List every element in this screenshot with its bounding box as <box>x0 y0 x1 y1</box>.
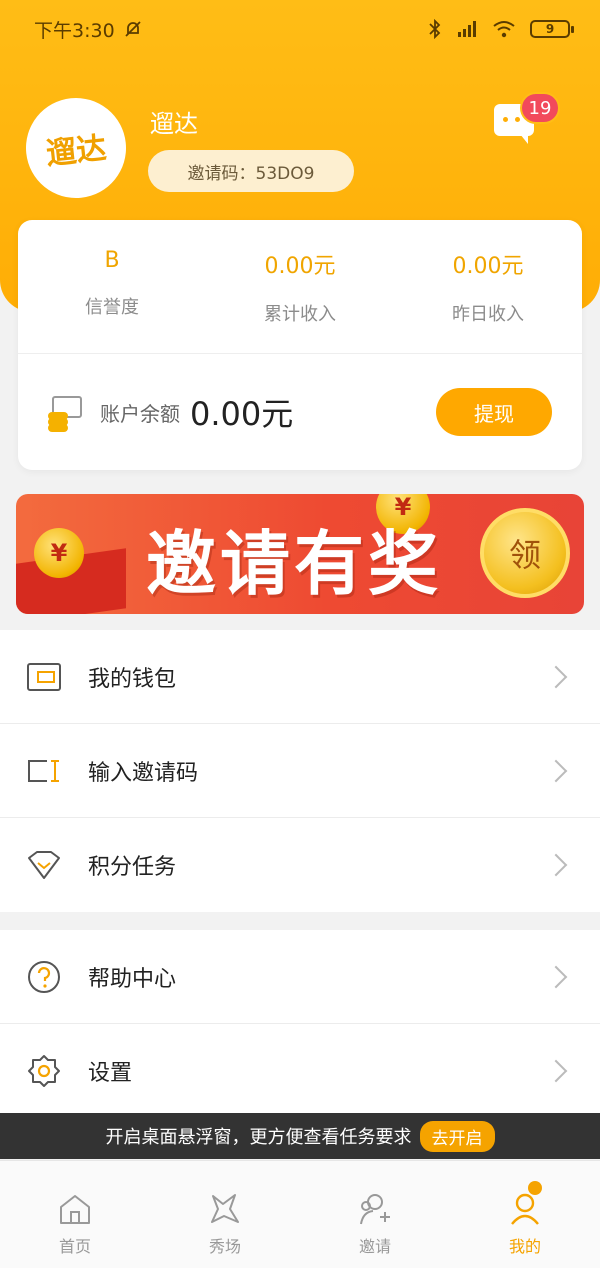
bottom-tab-bar: 首页 秀场 邀请 我的 <box>0 1160 600 1268</box>
menu-item-wallet[interactable]: 我的钱包 <box>0 630 600 724</box>
bluetooth-icon <box>429 19 441 39</box>
stat-label: 累计收入 <box>264 304 336 325</box>
showcase-icon <box>207 1191 243 1227</box>
tab-home[interactable]: 首页 <box>0 1161 150 1268</box>
invite-code-icon <box>26 753 62 789</box>
floating-window-notice: 开启桌面悬浮窗，更方便查看任务要求 去开启 <box>0 1113 600 1159</box>
menu-item-points-tasks[interactable]: 积分任务 <box>0 818 600 912</box>
settings-icon <box>26 1053 62 1089</box>
stat-credit: B 信誉度 <box>18 220 206 353</box>
chevron-right-icon <box>544 665 568 688</box>
stat-value: 0.00元 <box>264 254 336 279</box>
menu-item-enter-invite-code[interactable]: 输入邀请码 <box>0 724 600 818</box>
wallet-icon <box>26 659 62 695</box>
menu-item-label: 积分任务 <box>88 855 177 880</box>
stat-label: 信誉度 <box>85 297 139 318</box>
profile-icon <box>507 1191 543 1227</box>
coin-graphic: ¥ <box>34 528 84 578</box>
notice-text: 开启桌面悬浮窗，更方便查看任务要求 <box>105 1127 412 1148</box>
menu-item-help-center[interactable]: 帮助中心 <box>0 930 600 1024</box>
enable-floating-button[interactable]: 去开启 <box>419 1120 495 1152</box>
menu-item-label: 设置 <box>88 1061 133 1086</box>
invite-code-pill[interactable]: 邀请码：53DO9 <box>148 150 354 192</box>
home-icon <box>57 1191 93 1227</box>
chevron-right-icon <box>544 853 568 877</box>
mute-icon <box>125 21 141 37</box>
coins-icon <box>48 394 84 432</box>
status-time: 下午3:30 <box>34 19 115 42</box>
notification-dot <box>528 1181 542 1195</box>
signal-icon <box>458 21 476 37</box>
stat-yesterday-income: 0.00元 昨日收入 <box>394 220 582 353</box>
help-icon <box>26 959 62 995</box>
points-task-icon <box>26 847 62 883</box>
menu-item-label: 输入邀请码 <box>88 760 199 786</box>
tab-label: 我的 <box>508 1237 541 1256</box>
battery-indicator: 9 <box>530 20 574 38</box>
withdraw-button[interactable]: 提现 <box>436 388 552 436</box>
username: 遛达 <box>150 110 198 138</box>
message-badge: 19 <box>520 92 560 124</box>
menu-group-primary: 我的钱包 输入邀请码 积分任务 <box>0 630 600 912</box>
chevron-right-icon <box>544 1059 568 1083</box>
stat-value: 0.00元 <box>452 254 524 279</box>
menu-item-label: 帮助中心 <box>88 966 177 992</box>
menu-item-settings[interactable]: 设置 <box>0 1024 600 1118</box>
stat-total-income: 0.00元 累计收入 <box>206 220 394 353</box>
tab-label: 秀场 <box>208 1237 241 1256</box>
stat-value: B <box>104 248 120 273</box>
tab-showcase[interactable]: 秀场 <box>150 1161 300 1268</box>
invite-reward-banner[interactable]: ¥ ¥ 邀请有奖 领 <box>16 494 584 614</box>
balance-label: 账户余额 <box>100 401 180 426</box>
stat-label: 昨日收入 <box>452 304 524 325</box>
stats-row: B 信誉度 0.00元 累计收入 0.00元 昨日收入 <box>18 220 582 354</box>
banner-title: 邀请有奖 <box>146 523 442 605</box>
balance-row: 账户余额 0.00元 提现 <box>18 354 582 470</box>
claim-coin-button[interactable]: 领 <box>480 508 570 598</box>
account-card: B 信誉度 0.00元 累计收入 0.00元 昨日收入 账户余额 0.00元 提… <box>18 220 582 470</box>
tab-label: 首页 <box>58 1237 91 1256</box>
balance-amount: 0.00元 <box>190 395 294 433</box>
invite-icon <box>357 1191 393 1227</box>
tab-invite[interactable]: 邀请 <box>300 1161 450 1268</box>
menu-item-label: 我的钱包 <box>88 666 177 692</box>
wifi-icon <box>493 21 515 38</box>
chevron-right-icon <box>544 965 568 988</box>
tab-profile[interactable]: 我的 <box>450 1161 600 1268</box>
tab-label: 邀请 <box>358 1237 391 1256</box>
chevron-right-icon <box>544 759 568 782</box>
status-bar: 下午3:30 9 <box>0 0 600 58</box>
menu-group-secondary: 帮助中心 设置 <box>0 930 600 1118</box>
